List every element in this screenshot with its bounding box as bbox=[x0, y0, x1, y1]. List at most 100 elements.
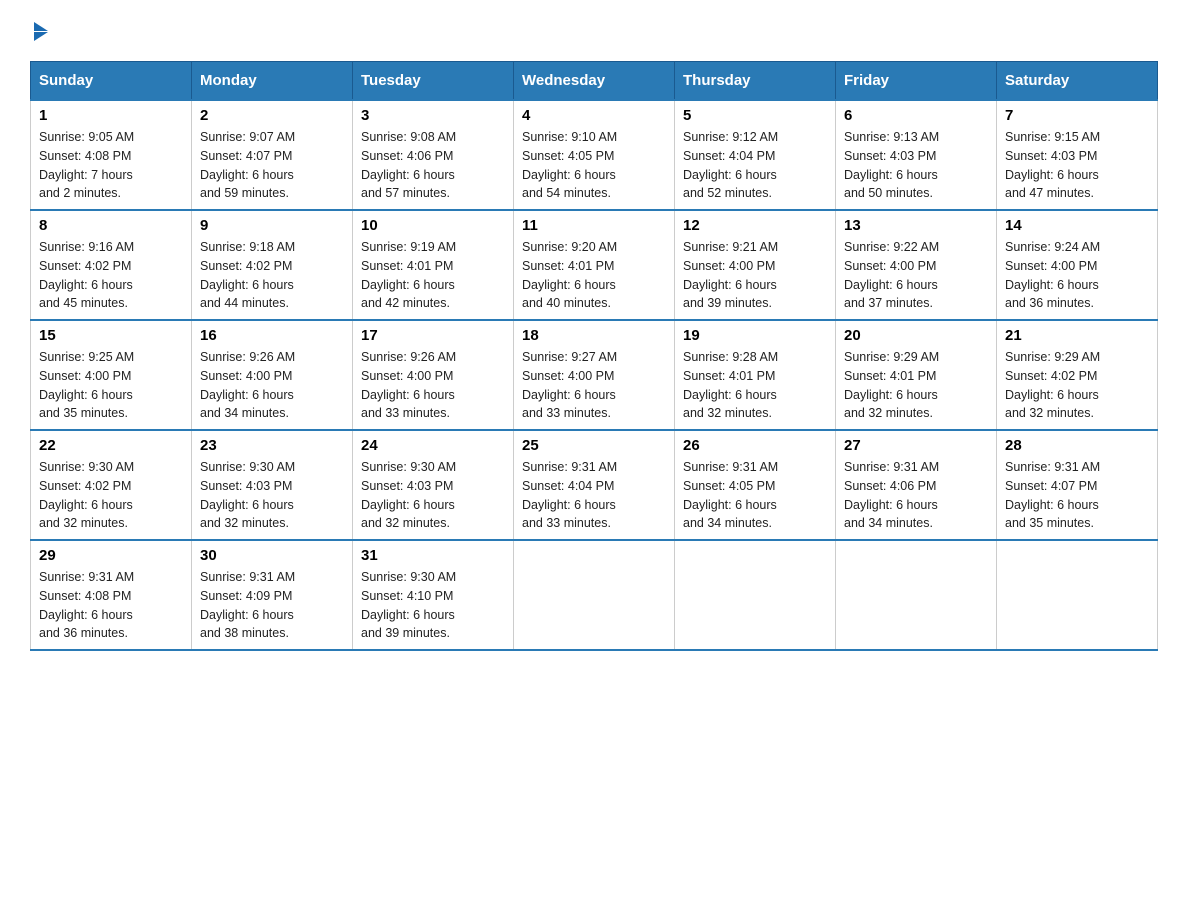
calendar-cell: 31 Sunrise: 9:30 AMSunset: 4:10 PMDayligh… bbox=[353, 540, 514, 650]
calendar-week-1: 1Sunrise: 9:05 AMSunset: 4:08 PMDaylight… bbox=[31, 100, 1158, 210]
calendar-cell: 5 Sunrise: 9:12 AMSunset: 4:04 PMDaylight… bbox=[675, 100, 836, 210]
calendar-cell: 29 Sunrise: 9:31 AMSunset: 4:08 PMDayligh… bbox=[31, 540, 192, 650]
calendar-cell: 11 Sunrise: 9:20 AMSunset: 4:01 PMDayligh… bbox=[514, 210, 675, 320]
calendar-cell: 1Sunrise: 9:05 AMSunset: 4:08 PMDaylight… bbox=[31, 100, 192, 210]
day-info: Sunrise: 9:19 AMSunset: 4:01 PMDaylight:… bbox=[361, 238, 505, 313]
calendar-week-5: 29 Sunrise: 9:31 AMSunset: 4:08 PMDayligh… bbox=[31, 540, 1158, 650]
calendar-cell: 7 Sunrise: 9:15 AMSunset: 4:03 PMDaylight… bbox=[997, 100, 1158, 210]
day-info: Sunrise: 9:30 AMSunset: 4:10 PMDaylight:… bbox=[361, 568, 505, 643]
weekday-header-thursday: Thursday bbox=[675, 62, 836, 101]
calendar-table: SundayMondayTuesdayWednesdayThursdayFrid… bbox=[30, 61, 1158, 651]
day-number: 30 bbox=[200, 547, 344, 564]
day-info: Sunrise: 9:31 AMSunset: 4:09 PMDaylight:… bbox=[200, 568, 344, 643]
weekday-header-sunday: Sunday bbox=[31, 62, 192, 101]
day-info: Sunrise: 9:28 AMSunset: 4:01 PMDaylight:… bbox=[683, 348, 827, 423]
day-number: 9 bbox=[200, 217, 344, 234]
calendar-cell: 19Sunrise: 9:28 AMSunset: 4:01 PMDayligh… bbox=[675, 320, 836, 430]
calendar-cell: 16Sunrise: 9:26 AMSunset: 4:00 PMDayligh… bbox=[192, 320, 353, 430]
day-number: 31 bbox=[361, 547, 505, 564]
day-info: Sunrise: 9:31 AMSunset: 4:05 PMDaylight:… bbox=[683, 458, 827, 533]
day-number: 10 bbox=[361, 217, 505, 234]
page-header bbox=[30, 20, 1158, 41]
calendar-cell: 13 Sunrise: 9:22 AMSunset: 4:00 PMDayligh… bbox=[836, 210, 997, 320]
day-number: 13 bbox=[844, 217, 988, 234]
day-number: 5 bbox=[683, 107, 827, 124]
day-info: Sunrise: 9:30 AMSunset: 4:03 PMDaylight:… bbox=[200, 458, 344, 533]
day-number: 8 bbox=[39, 217, 183, 234]
calendar-cell: 2Sunrise: 9:07 AMSunset: 4:07 PMDaylight… bbox=[192, 100, 353, 210]
weekday-header-saturday: Saturday bbox=[997, 62, 1158, 101]
day-info: Sunrise: 9:22 AMSunset: 4:00 PMDaylight:… bbox=[844, 238, 988, 313]
day-number: 28 bbox=[1005, 437, 1149, 454]
calendar-cell: 9 Sunrise: 9:18 AMSunset: 4:02 PMDaylight… bbox=[192, 210, 353, 320]
calendar-cell: 23 Sunrise: 9:30 AMSunset: 4:03 PMDayligh… bbox=[192, 430, 353, 540]
day-number: 23 bbox=[200, 437, 344, 454]
calendar-cell: 17 Sunrise: 9:26 AMSunset: 4:00 PMDayligh… bbox=[353, 320, 514, 430]
day-info: Sunrise: 9:10 AMSunset: 4:05 PMDaylight:… bbox=[522, 128, 666, 203]
calendar-cell: 25Sunrise: 9:31 AMSunset: 4:04 PMDayligh… bbox=[514, 430, 675, 540]
day-info: Sunrise: 9:31 AMSunset: 4:06 PMDaylight:… bbox=[844, 458, 988, 533]
calendar-cell: 15Sunrise: 9:25 AMSunset: 4:00 PMDayligh… bbox=[31, 320, 192, 430]
day-number: 14 bbox=[1005, 217, 1149, 234]
day-info: Sunrise: 9:27 AMSunset: 4:00 PMDaylight:… bbox=[522, 348, 666, 423]
weekday-header-wednesday: Wednesday bbox=[514, 62, 675, 101]
calendar-week-2: 8 Sunrise: 9:16 AMSunset: 4:02 PMDaylight… bbox=[31, 210, 1158, 320]
day-number: 7 bbox=[1005, 107, 1149, 124]
calendar-cell: 18 Sunrise: 9:27 AMSunset: 4:00 PMDayligh… bbox=[514, 320, 675, 430]
calendar-cell: 26 Sunrise: 9:31 AMSunset: 4:05 PMDayligh… bbox=[675, 430, 836, 540]
calendar-cell bbox=[675, 540, 836, 650]
calendar-cell: 21Sunrise: 9:29 AMSunset: 4:02 PMDayligh… bbox=[997, 320, 1158, 430]
day-info: Sunrise: 9:31 AMSunset: 4:08 PMDaylight:… bbox=[39, 568, 183, 643]
day-info: Sunrise: 9:30 AMSunset: 4:03 PMDaylight:… bbox=[361, 458, 505, 533]
day-number: 24 bbox=[361, 437, 505, 454]
day-number: 15 bbox=[39, 327, 183, 344]
day-number: 12 bbox=[683, 217, 827, 234]
day-number: 4 bbox=[522, 107, 666, 124]
calendar-cell: 3 Sunrise: 9:08 AMSunset: 4:06 PMDaylight… bbox=[353, 100, 514, 210]
day-info: Sunrise: 9:24 AMSunset: 4:00 PMDaylight:… bbox=[1005, 238, 1149, 313]
day-number: 29 bbox=[39, 547, 183, 564]
calendar-cell: 24 Sunrise: 9:30 AMSunset: 4:03 PMDayligh… bbox=[353, 430, 514, 540]
day-info: Sunrise: 9:30 AMSunset: 4:02 PMDaylight:… bbox=[39, 458, 183, 533]
day-number: 11 bbox=[522, 217, 666, 234]
calendar-cell bbox=[514, 540, 675, 650]
day-number: 25 bbox=[522, 437, 666, 454]
day-number: 2 bbox=[200, 107, 344, 124]
logo bbox=[30, 20, 48, 41]
day-number: 21 bbox=[1005, 327, 1149, 344]
day-number: 22 bbox=[39, 437, 183, 454]
day-info: Sunrise: 9:15 AMSunset: 4:03 PMDaylight:… bbox=[1005, 128, 1149, 203]
day-number: 18 bbox=[522, 327, 666, 344]
calendar-cell: 22 Sunrise: 9:30 AMSunset: 4:02 PMDayligh… bbox=[31, 430, 192, 540]
weekday-header-tuesday: Tuesday bbox=[353, 62, 514, 101]
day-number: 6 bbox=[844, 107, 988, 124]
day-info: Sunrise: 9:31 AMSunset: 4:07 PMDaylight:… bbox=[1005, 458, 1149, 533]
day-info: Sunrise: 9:13 AMSunset: 4:03 PMDaylight:… bbox=[844, 128, 988, 203]
weekday-header-row: SundayMondayTuesdayWednesdayThursdayFrid… bbox=[31, 62, 1158, 101]
calendar-cell: 4 Sunrise: 9:10 AMSunset: 4:05 PMDaylight… bbox=[514, 100, 675, 210]
day-info: Sunrise: 9:20 AMSunset: 4:01 PMDaylight:… bbox=[522, 238, 666, 313]
day-info: Sunrise: 9:26 AMSunset: 4:00 PMDaylight:… bbox=[200, 348, 344, 423]
day-info: Sunrise: 9:18 AMSunset: 4:02 PMDaylight:… bbox=[200, 238, 344, 313]
day-info: Sunrise: 9:26 AMSunset: 4:00 PMDaylight:… bbox=[361, 348, 505, 423]
calendar-cell: 28 Sunrise: 9:31 AMSunset: 4:07 PMDayligh… bbox=[997, 430, 1158, 540]
calendar-cell: 20Sunrise: 9:29 AMSunset: 4:01 PMDayligh… bbox=[836, 320, 997, 430]
day-info: Sunrise: 9:29 AMSunset: 4:01 PMDaylight:… bbox=[844, 348, 988, 423]
day-info: Sunrise: 9:08 AMSunset: 4:06 PMDaylight:… bbox=[361, 128, 505, 203]
calendar-cell bbox=[836, 540, 997, 650]
calendar-week-3: 15Sunrise: 9:25 AMSunset: 4:00 PMDayligh… bbox=[31, 320, 1158, 430]
calendar-cell bbox=[997, 540, 1158, 650]
day-number: 27 bbox=[844, 437, 988, 454]
day-info: Sunrise: 9:21 AMSunset: 4:00 PMDaylight:… bbox=[683, 238, 827, 313]
calendar-cell: 27 Sunrise: 9:31 AMSunset: 4:06 PMDayligh… bbox=[836, 430, 997, 540]
day-number: 3 bbox=[361, 107, 505, 124]
day-info: Sunrise: 9:16 AMSunset: 4:02 PMDaylight:… bbox=[39, 238, 183, 313]
weekday-header-friday: Friday bbox=[836, 62, 997, 101]
calendar-week-4: 22 Sunrise: 9:30 AMSunset: 4:02 PMDayligh… bbox=[31, 430, 1158, 540]
day-info: Sunrise: 9:05 AMSunset: 4:08 PMDaylight:… bbox=[39, 128, 183, 203]
calendar-cell: 8 Sunrise: 9:16 AMSunset: 4:02 PMDaylight… bbox=[31, 210, 192, 320]
day-number: 26 bbox=[683, 437, 827, 454]
calendar-cell: 30 Sunrise: 9:31 AMSunset: 4:09 PMDayligh… bbox=[192, 540, 353, 650]
day-number: 17 bbox=[361, 327, 505, 344]
day-info: Sunrise: 9:12 AMSunset: 4:04 PMDaylight:… bbox=[683, 128, 827, 203]
